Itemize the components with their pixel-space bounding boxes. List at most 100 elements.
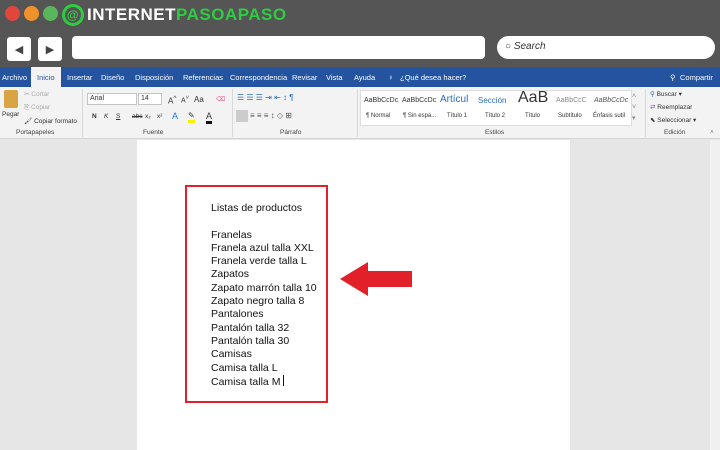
- tab-correspondencia[interactable]: Correspondencia: [230, 73, 287, 82]
- logo-text-2: PASOAPASO: [176, 5, 287, 24]
- share-button[interactable]: Compartir: [680, 73, 713, 82]
- search-placeholder: Search: [513, 41, 546, 52]
- styles-scroll-icon[interactable]: ˄ ˅ ▾: [632, 91, 636, 124]
- document-line: Zapatos: [211, 268, 249, 281]
- bold-button[interactable]: N: [92, 113, 97, 120]
- close-button[interactable]: [5, 6, 20, 21]
- find-icon: ⚲: [650, 91, 655, 98]
- document-line: Franela verde talla L: [211, 255, 307, 268]
- font-name-select[interactable]: Arial: [87, 93, 137, 105]
- document-line: Camisa talla M: [211, 374, 317, 388]
- style-titulo1[interactable]: Título 1: [447, 113, 467, 119]
- italic-button[interactable]: K: [104, 113, 108, 120]
- search-icon: ○: [505, 41, 512, 52]
- divider: [232, 89, 233, 137]
- group-label-editing: Edición: [664, 129, 686, 136]
- logo: @ INTERNET PASOAPASO: [62, 4, 287, 26]
- group-label-paragraph: Párrafo: [280, 129, 302, 136]
- style-titulo[interactable]: Título: [525, 113, 540, 119]
- divider: [645, 89, 646, 137]
- superscript-button[interactable]: x²: [157, 113, 162, 120]
- tab-disposicion[interactable]: Disposición: [135, 73, 173, 82]
- style-preview-titulo1[interactable]: Artícul: [440, 94, 468, 105]
- tell-me-input[interactable]: ¿Qué desea hacer?: [400, 73, 466, 82]
- tab-referencias[interactable]: Referencias: [183, 73, 223, 82]
- collapse-ribbon-icon[interactable]: ˄: [710, 129, 714, 136]
- replace-label: Reemplazar: [657, 104, 693, 111]
- browser-nav: ◀ ▶ ○ Search: [0, 31, 720, 67]
- subscript-button[interactable]: x₂: [145, 113, 151, 120]
- text-cursor: [283, 374, 285, 386]
- format-painter-button[interactable]: 🖌 Copiar formato: [24, 117, 77, 125]
- style-preview-subtitulo[interactable]: AaBbCcC: [556, 97, 587, 104]
- search-input[interactable]: ○ Search: [497, 36, 715, 59]
- tab-archivo[interactable]: Archivo: [2, 73, 27, 82]
- clear-format-icon[interactable]: ⌫: [216, 95, 225, 103]
- style-normal[interactable]: ¶ Normal: [366, 113, 390, 119]
- align-icons[interactable]: ≡ ≡ ≡ ↕ ◇ ⊞: [250, 111, 292, 120]
- format-painter-label: Copiar formato: [34, 118, 78, 125]
- style-subtitulo[interactable]: Subtítulo: [558, 113, 582, 119]
- highlight-icon[interactable]: ✎: [188, 111, 195, 123]
- document-line: Pantalón talla 32: [211, 321, 290, 334]
- group-label-clipboard: Portapapeles: [16, 129, 55, 136]
- change-case-button[interactable]: Aa: [194, 95, 204, 104]
- ribbon-tabs: Archivo Inicio Insertar Diseño Disposici…: [0, 67, 720, 87]
- select-icon: ⬉: [650, 117, 656, 124]
- tab-diseno[interactable]: Diseño: [101, 73, 124, 82]
- underline-button[interactable]: S: [116, 113, 120, 120]
- vertical-scrollbar[interactable]: [710, 140, 720, 450]
- back-button[interactable]: ◀: [7, 37, 31, 61]
- style-titulo2[interactable]: Título 2: [485, 113, 505, 119]
- address-bar[interactable]: [72, 36, 485, 59]
- style-sin-espaciado[interactable]: ¶ Sin espa...: [403, 113, 436, 119]
- font-color-icon[interactable]: A: [206, 111, 213, 124]
- lightbulb-icon: ♀: [388, 73, 394, 82]
- font-size-select[interactable]: 14: [138, 93, 162, 105]
- divider: [82, 89, 83, 137]
- align-left-button[interactable]: [236, 110, 248, 122]
- tab-ayuda[interactable]: Ayuda: [354, 73, 375, 82]
- style-preview-normal[interactable]: AaBbCcDc: [364, 97, 398, 104]
- paste-icon: [4, 90, 18, 108]
- grow-font-button[interactable]: A^: [168, 95, 176, 106]
- divider: [357, 89, 358, 137]
- tab-insertar[interactable]: Insertar: [67, 73, 92, 82]
- style-preview-sin-espaciado[interactable]: AaBbCcDc: [402, 97, 436, 104]
- document-text[interactable]: Listas de productos Franelas Franela azul …: [211, 202, 317, 388]
- forward-button[interactable]: ▶: [38, 37, 62, 61]
- document-line: Zapato negro talla 8: [211, 295, 305, 308]
- maximize-button[interactable]: [43, 6, 58, 21]
- select-button[interactable]: ⬉ Seleccionar ▾: [650, 116, 696, 124]
- style-enfasis-sutil[interactable]: Énfasis sutil: [593, 113, 625, 119]
- copy-button[interactable]: ⎘ Copiar: [24, 104, 50, 112]
- shrink-font-button[interactable]: A˅: [181, 95, 189, 104]
- group-label-font: Fuente: [143, 129, 164, 136]
- paste-button[interactable]: Pegar: [2, 111, 19, 118]
- style-preview-enfasis-sutil[interactable]: AaBbCcDc: [594, 97, 628, 104]
- tab-vista[interactable]: Vista: [326, 73, 343, 82]
- bullets-icon[interactable]: ☰ ☰ ☰ ⇥ ⇤ ↕ ¶: [237, 93, 294, 102]
- tab-inicio[interactable]: Inicio: [31, 67, 61, 87]
- cut-label: Cortar: [31, 91, 50, 98]
- minimize-button[interactable]: [24, 6, 39, 21]
- tab-revisar[interactable]: Revisar: [292, 73, 317, 82]
- group-label-styles: Estilos: [485, 129, 505, 136]
- title-bar: @ INTERNET PASOAPASO: [0, 0, 720, 31]
- style-preview-titulo2[interactable]: Sección: [478, 96, 506, 105]
- document-line: Camisas: [211, 348, 252, 361]
- find-button[interactable]: ⚲ Buscar ▾: [650, 90, 682, 98]
- strikethrough-button[interactable]: abc: [132, 113, 142, 120]
- cut-button[interactable]: ✂ Cortar: [24, 90, 49, 98]
- red-arrow-icon: [340, 262, 412, 296]
- copy-label: Copiar: [31, 104, 51, 111]
- find-label: Buscar: [656, 91, 677, 98]
- logo-icon: @: [62, 4, 84, 26]
- share-icon: ⚲: [670, 73, 676, 82]
- document-line: Pantalones: [211, 308, 264, 321]
- text-effects-icon[interactable]: A: [172, 111, 178, 121]
- style-preview-titulo[interactable]: AaB: [518, 89, 548, 107]
- replace-icon: ⇄: [650, 104, 656, 111]
- replace-button[interactable]: ⇄ Reemplazar: [650, 103, 692, 111]
